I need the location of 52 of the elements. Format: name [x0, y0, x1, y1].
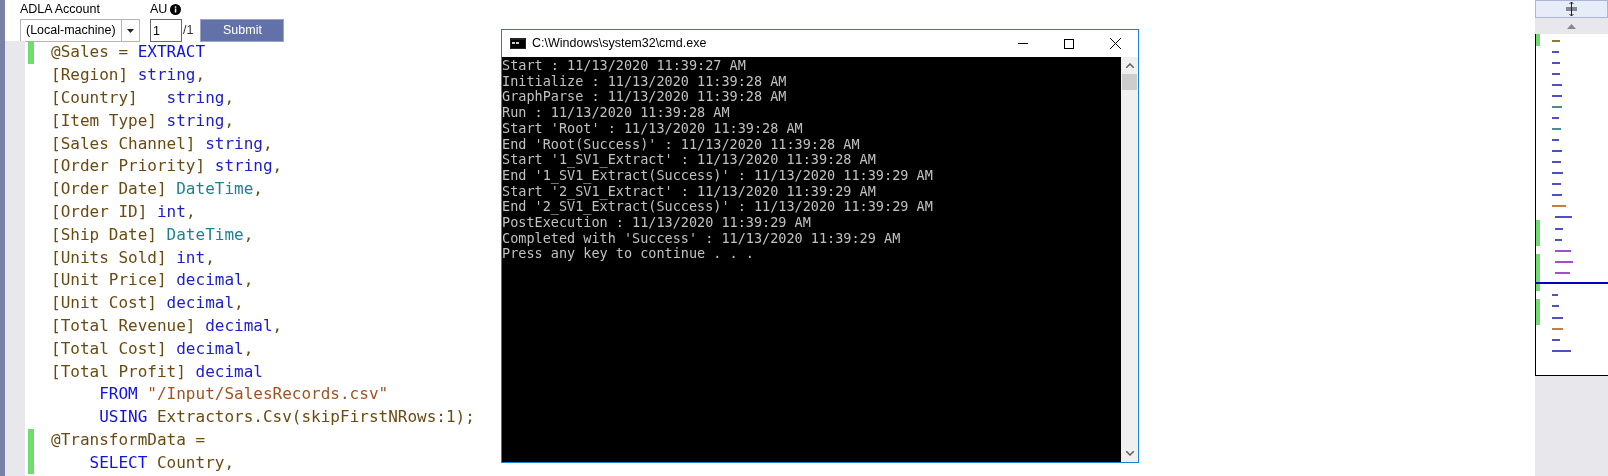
console-line: PostExecution : 11/13/2020 11:39:29 AM — [502, 215, 811, 231]
console-line: End '2_SV1_Extract(Success)' : 11/13/2020 11:39:29 AM — [502, 199, 933, 216]
code-line: [Total Profit] decimal — [51, 360, 263, 383]
split-handle[interactable] — [1535, 0, 1608, 18]
au-label: AU — [150, 2, 168, 17]
code-line: [Item Type] string, — [51, 109, 235, 132]
scroll-down-icon[interactable] — [1125, 451, 1134, 456]
code-line: [Order Priority] string, — [51, 155, 283, 178]
console-line: End 'Root(Success)' : 11/13/2020 11:39:28 AM — [502, 136, 860, 153]
scrollbar[interactable] — [1121, 57, 1138, 462]
info-icon — [170, 4, 182, 15]
console-line: End '1_SV1_Extract(Success)' : 11/13/2020 11:39:29 AM — [502, 167, 933, 184]
code-line: [Order ID] int, — [51, 201, 196, 223]
code-line: [Ship Date] DateTime, — [51, 223, 254, 246]
code-line: [Unit Cost] decimal, — [51, 292, 244, 315]
au-max: /1 — [183, 22, 194, 40]
splitter-icon — [1566, 2, 1577, 16]
code-line: @Sales = EXTRACT — [51, 41, 206, 64]
code-line: SELECT Country, — [88, 451, 235, 474]
code-line: USING Extractors.Csv(skipFirstNRows:1); — [98, 406, 475, 429]
console-line: Start '1_SV1_Extract' : 11/13/2020 11:39:28 AM — [502, 152, 876, 168]
code-line: [Unit Price] decimal, — [51, 269, 254, 292]
console-line: Initialize : 11/13/2020 11:39:28 AM — [502, 73, 787, 90]
console-icon — [510, 38, 526, 49]
au-input[interactable]: 1 — [150, 19, 182, 42]
code-line: @TransformData = — [51, 428, 206, 451]
code-line: [Region] string, — [51, 64, 206, 87]
code-line: [Country] string, — [51, 87, 235, 109]
code-line: FROM "/Input/SalesRecords.csv" — [98, 383, 389, 406]
scroll-up-icon[interactable] — [1125, 63, 1134, 68]
code-line: [Order Date] DateTime, — [51, 178, 263, 201]
console-line: Start : 11/13/2020 11:39:27 AM — [502, 58, 746, 74]
account-dropdown[interactable]: (Local-machine) — [20, 19, 140, 42]
scroll-thumb[interactable] — [1122, 74, 1137, 90]
code-line: [Total Cost] decimal, — [51, 337, 254, 360]
console-line: Press any key to continue . . . — [502, 246, 754, 263]
code-line: [Units Sold] int, — [51, 246, 215, 269]
console-line: Start 'Root' : 11/13/2020 11:39:28 AM — [502, 120, 803, 137]
close-icon — [1109, 38, 1121, 49]
console-line: GraphParse : 11/13/2020 11:39:28 AM — [502, 89, 787, 106]
caret-icon — [127, 28, 134, 33]
submit-button[interactable]: Submit — [200, 19, 285, 42]
code-line: [Sales Channel] string, — [51, 132, 273, 155]
window-title: C:\Windows\system32\cmd.exe — [532, 35, 708, 53]
code-line: [Total Revenue] decimal, — [51, 314, 283, 337]
account-label: ADLA Account — [20, 2, 101, 17]
console-line: Start '2_SV1_Extract' : 11/13/2020 11:39:29 AM — [502, 183, 876, 200]
maximize-icon — [1064, 38, 1074, 49]
minimize-icon — [1018, 43, 1028, 44]
console-line: Run : 11/13/2020 11:39:28 AM — [502, 105, 730, 121]
scroll-up-icon[interactable] — [1567, 23, 1576, 29]
console-line: Completed with 'Success' : 11/13/2020 11:39:29 AM — [502, 230, 901, 247]
